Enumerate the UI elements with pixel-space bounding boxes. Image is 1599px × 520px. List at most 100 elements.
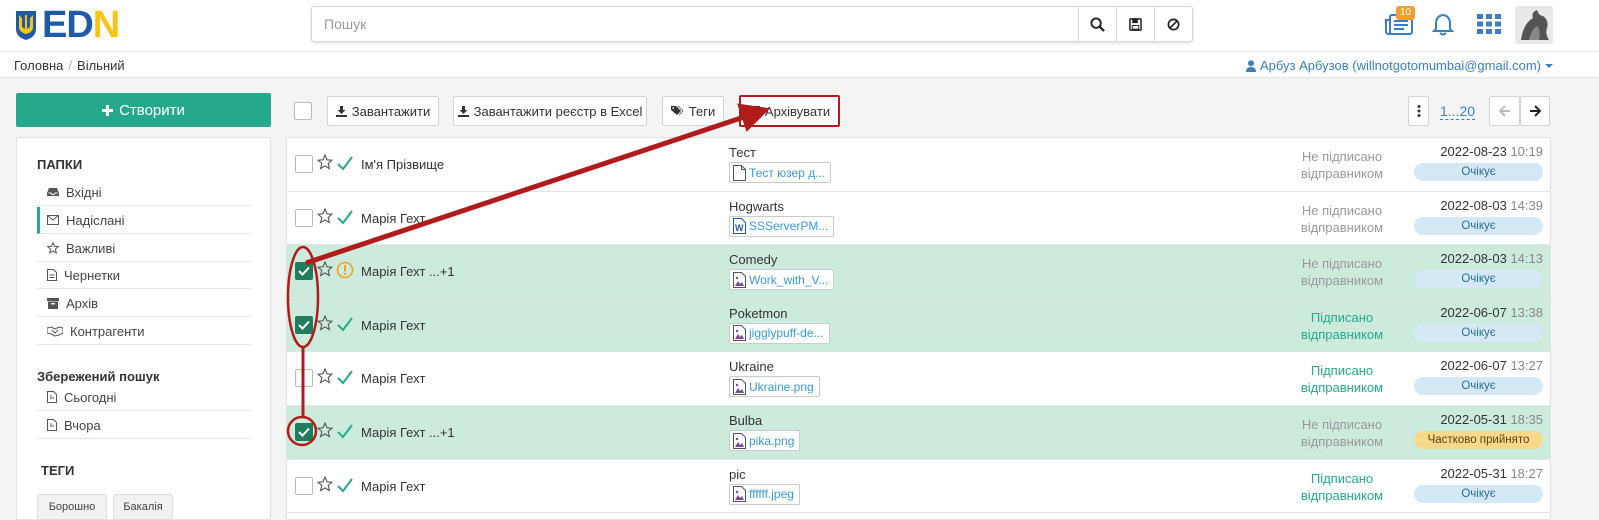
document-subject[interactable]: Hogwarts [729,199,784,214]
svg-text:W: W [735,223,744,233]
arrow-left-icon [1498,105,1510,117]
sidebar-item-archive[interactable]: Архів [37,290,251,317]
attachment-name: SSServerPM... [749,219,829,234]
status-badge: Очікує [1414,323,1543,342]
avatar[interactable] [1515,6,1553,44]
download-label: Завантажити [351,103,431,119]
tag-chip[interactable]: Борошно [37,494,107,520]
attachment-chip[interactable]: Work_with_V... [729,269,835,291]
image-file-icon [733,432,746,449]
attachment-chip[interactable]: jigglypuff-de... [729,322,830,344]
status-badge: Очікує [1414,377,1543,396]
download-excel-button[interactable]: Завантажити реєстр в Excel [453,96,647,126]
create-label: Створити [119,101,185,119]
search-button[interactable] [1078,7,1116,41]
star-icon[interactable] [317,368,333,385]
sender-name: Марія Гехт [361,210,426,226]
clear-search-button[interactable] [1154,7,1192,41]
document-date: 2022-05-31 18:35 [1440,412,1543,427]
sidebar-item-label: Надіслані [66,212,125,228]
document-date: 2022-08-23 10:19 [1440,144,1543,159]
status-badge: Очікує [1414,484,1543,503]
row-checkbox[interactable] [295,423,313,441]
sidebar-item-inbox[interactable]: Вхідні [37,179,251,206]
save-search-button[interactable] [1116,7,1154,41]
document-date: 2022-06-07 13:38 [1440,304,1543,320]
prev-page-button[interactable] [1489,96,1520,126]
brand-text: EDN [42,4,120,46]
attachment-chip[interactable]: Ukraine.png [729,376,820,398]
table-row[interactable]: Марія Гехт ...+1 Comedy Work_with_V... Не п… [287,245,1550,299]
star-icon[interactable] [317,261,333,277]
document-subject[interactable]: Ukraine [729,359,774,374]
select-all-checkbox[interactable] [294,102,312,120]
row-checkbox[interactable] [295,155,313,173]
table-row[interactable]: Марія Гехт ...+1 Bulba pika.png Не підписан… [287,406,1550,460]
breadcrumb-home[interactable]: Головна [14,58,63,73]
sidebar-item-sent[interactable]: Надіслані [37,207,251,234]
breadcrumb-current: Вільний [77,58,125,73]
sidebar-item-counterparties[interactable]: Контрагенти [37,318,251,345]
archive-button[interactable]: Архівувати [739,95,840,127]
sidebar-item-important[interactable]: Важливі [37,235,251,262]
sidebar-item-today[interactable]: Сьогодні [37,384,251,411]
table-row[interactable]: Марія Гехт Ukraine Ukraine.png Підписано від… [287,352,1550,406]
document-subject[interactable]: Comedy [729,252,777,267]
document-subject[interactable]: Poketmon [729,306,788,321]
attachment-chip[interactable]: ffffff.jpeg [729,483,800,505]
table-row[interactable]: Ім'я Прізвище Тест Тест юзер д... Не підпис… [287,138,1550,192]
row-checkbox[interactable] [295,476,313,495]
more-options-button[interactable] [1408,96,1429,126]
top-header: EDN 10 [0,0,1599,52]
sidebar-item-label: Архів [66,295,99,311]
search-input[interactable] [312,7,1078,41]
sender-name: Марія Гехт [361,478,426,494]
signature-status: Підписано відправником [1300,363,1384,396]
documents-table: Ім'я Прізвище Тест Тест юзер д... Не підпис… [286,137,1551,520]
signature-status: Підписано відправником [1300,309,1384,342]
table-row[interactable]: Марія Гехт Poketmon jigglypuff-de... Підпис… [287,298,1550,353]
next-page-button[interactable] [1520,96,1550,126]
row-checkbox[interactable] [295,315,313,334]
tags-button[interactable]: Теги [662,96,724,126]
sidebar-item-drafts[interactable]: Чернетки [37,262,251,289]
document-subject[interactable]: Bulba [729,413,762,428]
user-label: Арбуз Арбузов (willnotgotomumbai@gmail.c… [1259,58,1541,73]
sender-name: Марія Гехт ...+1 [361,264,455,280]
download-button[interactable]: Завантажити [327,96,439,126]
document-date: 2022-05-31 18:27 [1440,465,1543,481]
attachment-chip[interactable]: pika.png [729,430,801,451]
signature-status: Підписано відправником [1300,470,1384,503]
document-subject[interactable]: Тест [729,145,756,160]
attachment-chip[interactable]: Тест юзер д... [729,162,832,183]
saved-search-title: Збережений пошук [37,369,160,384]
user-menu[interactable]: Арбуз Арбузов (willnotgotomumbai@gmail.c… [1245,58,1553,73]
check-icon [337,156,353,171]
star-icon[interactable] [317,475,333,492]
check-icon [337,317,353,332]
star-icon[interactable] [317,154,333,170]
attachment-chip[interactable]: W SSServerPM... [729,215,835,237]
sidebar-item-yesterday[interactable]: Вчора [37,412,251,439]
envelope-icon [47,215,59,225]
attachment-name: jigglypuff-de... [749,326,824,341]
document-subject[interactable]: pic [729,467,746,482]
row-checkbox[interactable] [295,208,313,227]
edin-logo[interactable]: EDN [14,4,120,46]
sidebar-item-label: Чернетки [64,267,121,283]
pagination-range[interactable]: 1...20 [1440,104,1476,120]
tag-chip[interactable]: Бакалія [113,494,173,520]
row-checkbox[interactable] [295,262,313,281]
create-button[interactable]: Створити [16,93,271,127]
file-icon [47,391,57,403]
table-row[interactable]: Марія Гехт pic ffffff.jpeg Підписано відправ… [287,459,1550,514]
star-icon[interactable] [317,422,333,438]
row-checkbox[interactable] [295,369,313,388]
star-icon[interactable] [317,207,333,224]
file-icon [47,419,57,431]
attachment-name: Тест юзер д... [749,165,826,180]
table-row[interactable]: Марія Гехт Hogwarts W SSServerPM... Не підпи… [287,191,1550,246]
bell-icon[interactable] [1432,12,1454,36]
apps-grid-icon[interactable] [1477,14,1501,34]
star-icon[interactable] [317,314,333,331]
